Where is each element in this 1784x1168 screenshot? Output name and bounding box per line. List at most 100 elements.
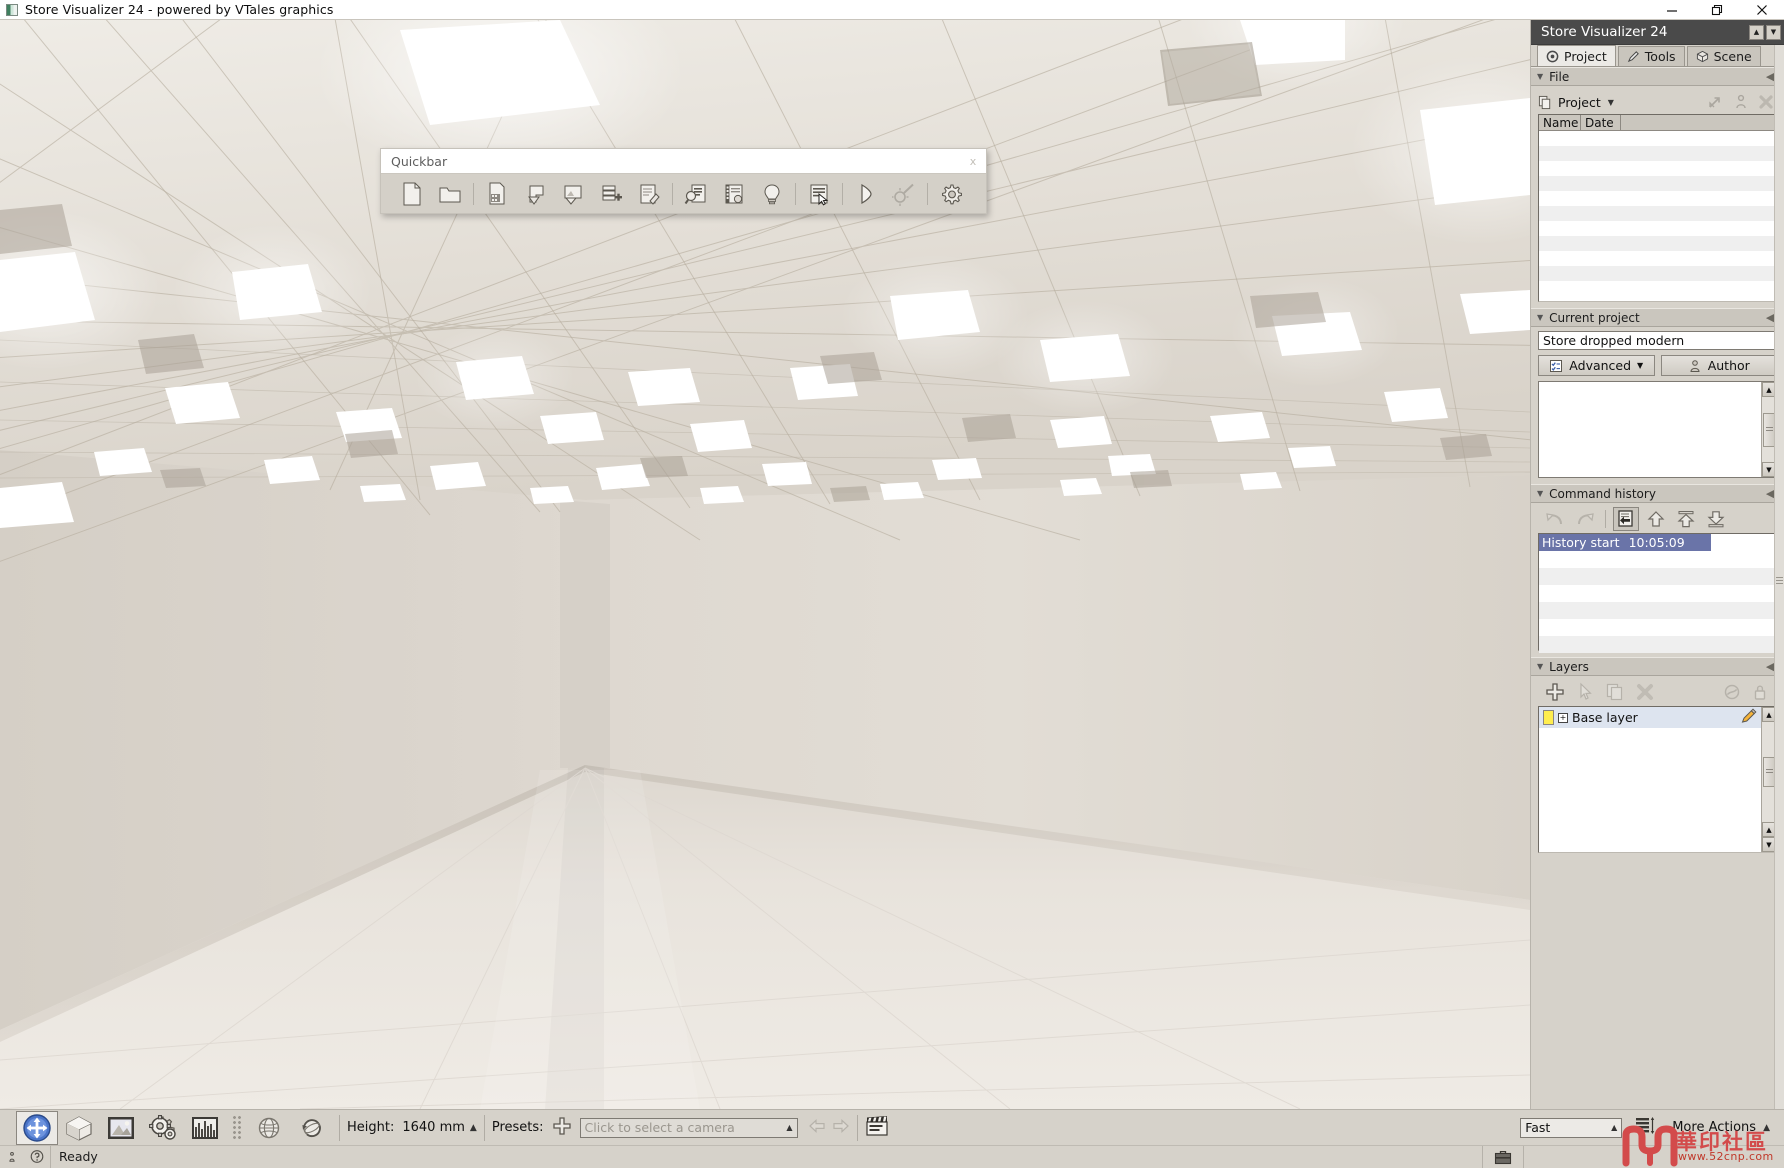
list-item[interactable] xyxy=(1539,251,1776,266)
move-to-top-icon[interactable] xyxy=(1673,507,1699,531)
advanced-button[interactable]: Advanced ▼ xyxy=(1538,355,1655,376)
group-header-file[interactable]: ▼ File ◀| xyxy=(1531,67,1784,86)
play-icon[interactable] xyxy=(847,177,885,211)
list-item[interactable] xyxy=(1539,221,1776,236)
camera-select[interactable]: Click to select a camera ▲ xyxy=(579,1117,798,1138)
maximize-button[interactable] xyxy=(1694,0,1739,20)
info-person-icon[interactable] xyxy=(1733,94,1749,110)
export-arrow-icon[interactable] xyxy=(1708,94,1724,110)
select-window-icon[interactable] xyxy=(800,177,838,211)
group-header-layers[interactable]: ▼ Layers ◀| xyxy=(1531,657,1784,676)
layers-list[interactable]: + Base layer ▲ ▲ ▼ xyxy=(1538,706,1777,853)
height-caret-icon[interactable]: ▲ xyxy=(470,1123,477,1133)
visibility-icon[interactable] xyxy=(1719,680,1745,704)
move-up-icon[interactable] xyxy=(1643,507,1669,531)
column-header-blank[interactable] xyxy=(1621,115,1776,130)
list-item[interactable] xyxy=(1539,266,1776,281)
add-layer-icon[interactable] xyxy=(1542,680,1568,704)
delete-x-icon[interactable] xyxy=(1758,94,1774,110)
dock-down-button[interactable]: ▼ xyxy=(1766,24,1781,40)
movie-clapper-button[interactable] xyxy=(865,1115,889,1140)
group-header-command-history[interactable]: ▼ Command history ◀| xyxy=(1531,484,1784,503)
delete-layer-icon[interactable] xyxy=(1632,680,1658,704)
gear-icon[interactable] xyxy=(932,177,970,211)
layer-row-base[interactable]: + Base layer xyxy=(1539,707,1761,728)
author-button[interactable]: Author xyxy=(1660,355,1777,376)
tab-project[interactable]: Project xyxy=(1537,45,1616,66)
orbit-refresh-button[interactable] xyxy=(290,1111,332,1145)
image-tool[interactable] xyxy=(100,1111,142,1145)
list-item[interactable] xyxy=(1539,191,1776,206)
move-to-bottom-icon[interactable] xyxy=(1703,507,1729,531)
list-item[interactable] xyxy=(1539,146,1776,161)
lock-icon[interactable] xyxy=(1747,680,1773,704)
toolbar-separator xyxy=(927,183,928,205)
more-actions-caret-icon[interactable]: ▲ xyxy=(1763,1123,1770,1133)
analytics-tool[interactable] xyxy=(184,1111,226,1145)
dock-up-button[interactable]: ▲ xyxy=(1749,24,1764,40)
list-item[interactable] xyxy=(1539,568,1776,585)
project-description-area[interactable]: ▲ ▼ xyxy=(1538,381,1777,478)
list-item[interactable] xyxy=(1539,176,1776,191)
camera-next-button[interactable] xyxy=(832,1117,850,1138)
history-insert-icon[interactable] xyxy=(1613,507,1639,531)
project-name-field[interactable]: Store dropped modern xyxy=(1538,331,1777,350)
quickbar-close-icon[interactable]: x xyxy=(964,152,982,170)
list-item[interactable] xyxy=(1539,161,1776,176)
list-item[interactable] xyxy=(1539,131,1776,146)
list-item[interactable] xyxy=(1539,585,1776,602)
layer-color-swatch[interactable] xyxy=(1543,710,1554,725)
list-item[interactable] xyxy=(1539,281,1776,296)
open-folder-icon[interactable] xyxy=(431,177,469,211)
new-file-icon[interactable] xyxy=(393,177,431,211)
dock-scroll-grip[interactable] xyxy=(1776,577,1783,584)
presets-add-button[interactable] xyxy=(552,1116,572,1139)
add-image-icon[interactable] xyxy=(554,177,592,211)
info-icon xyxy=(9,1151,15,1162)
edit-note-icon[interactable] xyxy=(630,177,668,211)
layout-rows-button[interactable] xyxy=(1634,1115,1656,1140)
status-help-button[interactable] xyxy=(24,1146,50,1168)
camera-prev-button[interactable] xyxy=(808,1117,826,1138)
add-shelf-icon[interactable] xyxy=(592,177,630,211)
column-header-name[interactable]: Name xyxy=(1539,115,1581,130)
expand-icon[interactable]: + xyxy=(1558,712,1568,723)
list-item[interactable] xyxy=(1539,206,1776,221)
list-item[interactable] xyxy=(1539,619,1776,636)
dock-vertical-scrollbar[interactable] xyxy=(1774,45,1784,1109)
add-shape-icon[interactable] xyxy=(516,177,554,211)
close-button[interactable] xyxy=(1739,0,1784,20)
column-header-date[interactable]: Date xyxy=(1581,115,1621,130)
file-project-label[interactable]: Project xyxy=(1558,95,1601,110)
settings-tool[interactable] xyxy=(142,1111,184,1145)
tab-tools[interactable]: Tools xyxy=(1617,46,1685,66)
globe-view-button[interactable] xyxy=(248,1111,290,1145)
navigate-tool[interactable] xyxy=(16,1110,58,1145)
quickbar-titlebar[interactable]: Quickbar x xyxy=(381,149,986,174)
object-tool[interactable] xyxy=(58,1111,100,1145)
list-item[interactable] xyxy=(1539,636,1776,653)
project-list[interactable]: Name Date xyxy=(1538,114,1777,302)
film-catalog-icon[interactable] xyxy=(715,177,753,211)
chevron-down-icon[interactable]: ▼ xyxy=(1608,98,1614,107)
toolbar-drag-handle[interactable] xyxy=(232,1114,242,1141)
layer-edit-pencil-icon[interactable] xyxy=(1741,708,1757,727)
lightbulb-icon[interactable] xyxy=(753,177,791,211)
status-briefcase-button[interactable] xyxy=(1483,1146,1523,1168)
quickbar-palette[interactable]: Quickbar x xyxy=(380,148,987,214)
minimize-button[interactable] xyxy=(1649,0,1694,20)
quality-select[interactable]: Fast ▲ xyxy=(1520,1117,1623,1138)
tab-scene[interactable]: Scene xyxy=(1686,46,1761,66)
list-item[interactable] xyxy=(1539,602,1776,619)
group-header-current-project[interactable]: ▼ Current project ◀| xyxy=(1531,308,1784,327)
list-item[interactable] xyxy=(1539,551,1776,568)
more-actions-label[interactable]: More Actions xyxy=(1672,1120,1756,1135)
status-info-button[interactable] xyxy=(0,1146,24,1168)
list-item[interactable] xyxy=(1539,236,1776,251)
import-page-icon[interactable] xyxy=(478,177,516,211)
project-description-input[interactable] xyxy=(1539,382,1761,477)
history-list[interactable]: History start 10:05:09 xyxy=(1538,533,1777,653)
height-value[interactable]: 1640 mm xyxy=(402,1120,465,1135)
history-entry-selected[interactable]: History start 10:05:09 xyxy=(1539,534,1711,551)
report-search-icon[interactable] xyxy=(677,177,715,211)
